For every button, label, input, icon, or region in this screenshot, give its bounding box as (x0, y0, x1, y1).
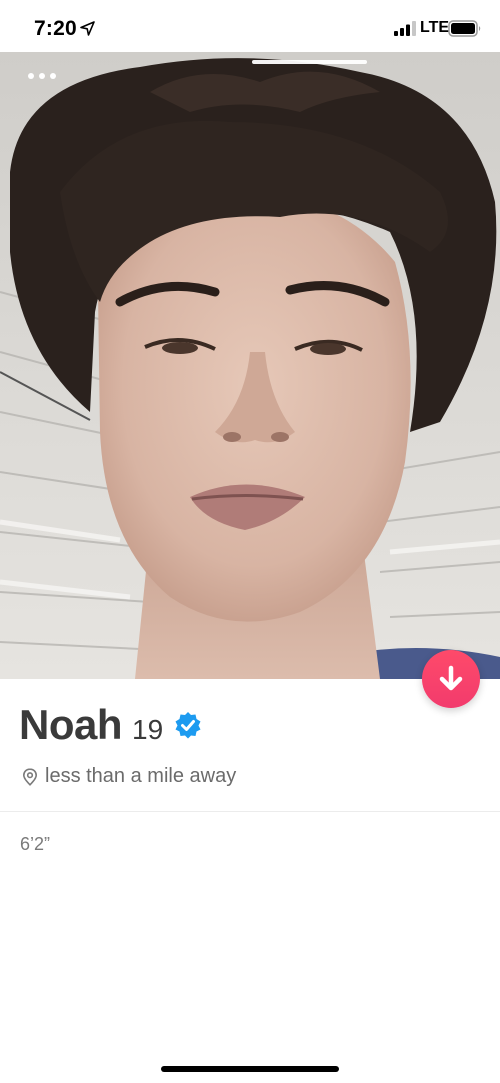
photo-progress-indicator (252, 60, 367, 64)
verified-badge-icon (175, 712, 201, 739)
network-label: LTE (420, 19, 450, 36)
more-options-icon[interactable] (28, 70, 62, 82)
dot (50, 73, 56, 79)
distance-row: less than a mile away (22, 765, 236, 788)
name-row: Noah 19 (19, 701, 163, 749)
location-pin-icon (22, 767, 38, 786)
profile-photo-image (0, 52, 500, 679)
profile-screen: 7:20 LTE Noah 19 less than a mile away 6… (0, 0, 500, 1083)
height-text: 6’2” (20, 834, 51, 854)
battery-icon (448, 20, 481, 37)
dot (28, 73, 34, 79)
profile-age: 19 (132, 714, 164, 745)
distance-text: less than a mile away (45, 765, 237, 787)
divider (0, 811, 500, 812)
signal-icon (394, 21, 416, 36)
arrow-down-icon (439, 665, 463, 691)
profile-photo[interactable] (0, 52, 500, 679)
collapse-profile-button[interactable] (422, 650, 480, 708)
status-time: 7:20 (34, 17, 77, 40)
dot (39, 73, 45, 79)
status-bar: 7:20 LTE (0, 0, 500, 52)
home-indicator[interactable] (161, 1066, 339, 1072)
profile-name: Noah (19, 701, 123, 748)
location-arrow-icon (80, 21, 95, 36)
